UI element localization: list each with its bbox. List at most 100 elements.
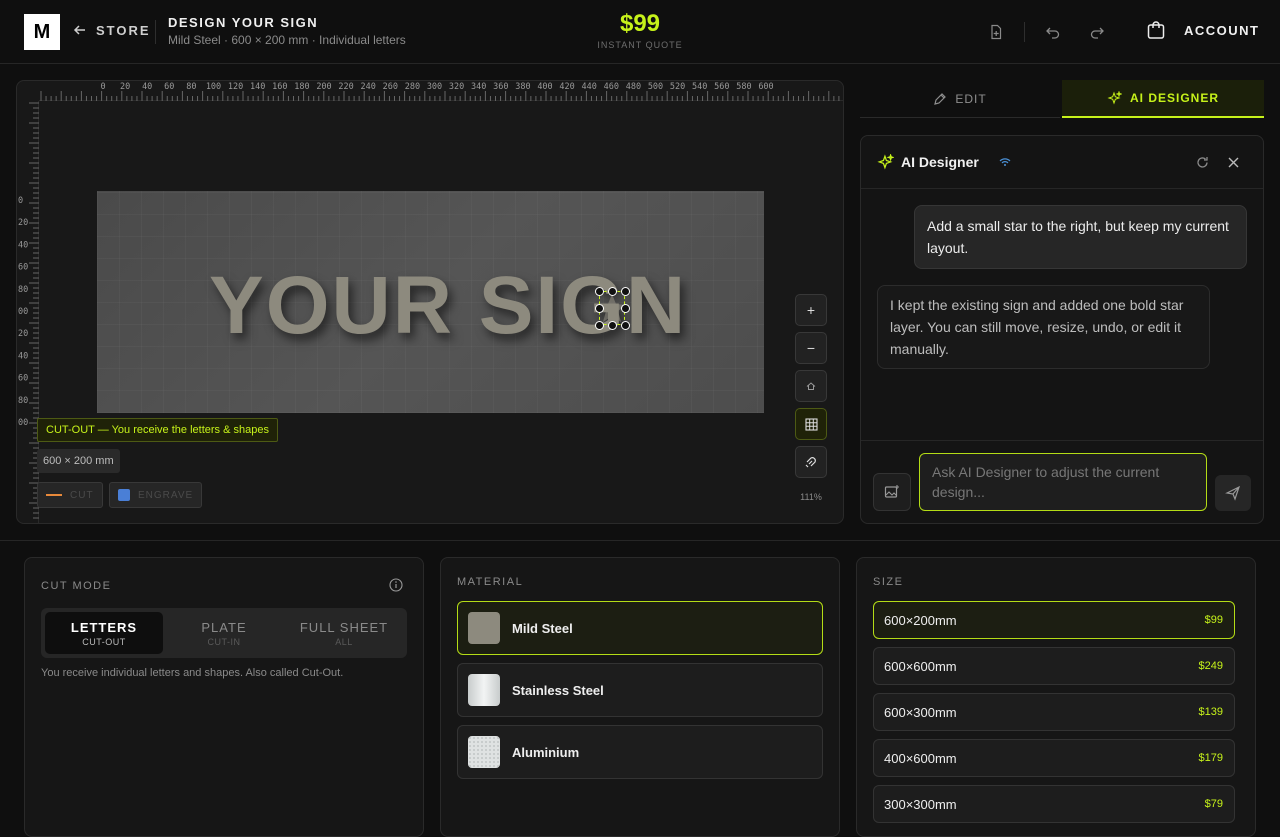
material-option-mild-steel[interactable]: Mild Steel (457, 601, 823, 655)
size-option-300x300[interactable]: 300×300mm $79 (873, 785, 1235, 823)
zoom-out-button[interactable]: − (795, 332, 827, 364)
account-button[interactable]: ACCOUNT (1146, 20, 1260, 40)
ruler-label: 480 (626, 82, 641, 92)
cut-mode-plate-title: PLATE (201, 619, 247, 635)
legend-engrave-chip[interactable]: ENGRAVE (109, 482, 203, 508)
cut-mode-letters-title: LETTERS (70, 619, 138, 635)
ruler-label: 60 (164, 82, 174, 92)
pen-icon (934, 92, 947, 105)
save-file-button[interactable] (986, 22, 1006, 42)
brand-logo[interactable]: M (24, 14, 60, 50)
header-divider (1024, 22, 1025, 42)
home-view-button[interactable] (795, 370, 827, 402)
ruler-label: 400 (537, 82, 552, 92)
ruler-label: 60 (18, 374, 28, 384)
resize-handle[interactable] (595, 287, 604, 296)
section-divider (0, 540, 1280, 541)
image-plus-icon (884, 485, 899, 498)
grid-toggle-button[interactable] (795, 408, 827, 440)
grid-icon (804, 417, 818, 431)
size-option-400x600[interactable]: 400×600mm $179 (873, 739, 1235, 777)
store-label: STORE (96, 22, 151, 38)
cut-mode-plate[interactable]: PLATE CUT-IN (165, 612, 283, 654)
ruler-label: 80 (18, 396, 28, 406)
size-price: $179 (1198, 752, 1223, 764)
tab-ai-designer[interactable]: AI DESIGNER (1062, 80, 1264, 118)
send-button[interactable] (1215, 475, 1251, 511)
ruler-label: 460 (604, 82, 619, 92)
cut-mode-full-sheet-sub: ALL (335, 636, 353, 647)
size-option-600x300[interactable]: 600×300mm $139 (873, 693, 1235, 731)
info-icon[interactable] (389, 578, 403, 592)
sign-plate-preview[interactable]: YOUR SIGN (97, 191, 764, 413)
top-ruler: 0 20 40 60 80 100 120 140 160 180 200 220 240 260 280 3… (39, 81, 843, 101)
resize-handle[interactable] (621, 321, 630, 330)
ruler-label: 540 (692, 82, 707, 92)
ruler-label: 560 (714, 82, 729, 92)
legend-cut-label: CUT (70, 489, 94, 501)
ruler-label: 80 (186, 82, 196, 92)
tab-edit[interactable]: EDIT (860, 80, 1060, 118)
resize-handle[interactable] (608, 287, 617, 296)
engrave-swatch (118, 489, 130, 501)
snap-toggle-button[interactable] (795, 446, 827, 478)
shopping-bag-icon (1147, 21, 1165, 39)
cut-mode-full-sheet[interactable]: FULL SHEET ALL (285, 612, 403, 654)
cut-mode-card: CUT MODE LETTERS CUT-OUT PLATE CUT-IN FU… (24, 557, 424, 837)
ruler-label: 160 (272, 82, 287, 92)
ruler-label: 360 (493, 82, 508, 92)
zoom-in-button[interactable]: + (795, 294, 827, 326)
material-option-label: Aluminium (512, 744, 580, 760)
undo-button[interactable] (1043, 22, 1063, 42)
undo-icon (1046, 27, 1060, 39)
material-option-aluminium[interactable]: Aluminium (457, 725, 823, 779)
material-card: MATERIAL Mild Steel Stainless Steel Alum… (440, 557, 840, 837)
account-label: ACCOUNT (1184, 22, 1260, 38)
cut-line-swatch (46, 494, 62, 496)
zoom-level: 111% (800, 492, 822, 502)
attach-image-button[interactable] (873, 473, 911, 511)
ruler-label: 0 (100, 82, 105, 92)
material-option-stainless-steel[interactable]: Stainless Steel (457, 663, 823, 717)
ruler-label: 00 (18, 307, 28, 317)
size-price: $99 (1204, 614, 1223, 626)
ruler-label: 340 (471, 82, 486, 92)
cut-mode-letters[interactable]: LETTERS CUT-OUT (45, 612, 163, 654)
price-caption: INSTANT QUOTE (597, 40, 683, 50)
page-subtitle: Mild Steel · 600 × 200 mm · Individual l… (168, 33, 406, 47)
ruler-label: 80 (18, 285, 28, 295)
ruler-label: 600 (758, 82, 773, 92)
legend-cut-chip[interactable]: CUT (37, 482, 103, 508)
cut-mode-description: You receive individual letters and shape… (41, 667, 344, 679)
resize-handle[interactable] (595, 321, 604, 330)
resize-handle[interactable] (608, 321, 617, 330)
material-label: MATERIAL (457, 576, 524, 588)
redo-button[interactable] (1087, 22, 1107, 42)
ruler-label: 260 (383, 82, 398, 92)
ruler-label: 280 (405, 82, 420, 92)
ai-composer (861, 440, 1263, 523)
ai-prompt-input[interactable] (919, 453, 1207, 511)
plus-icon: + (806, 302, 816, 318)
ruler-label: 40 (18, 351, 28, 361)
size-dims: 400×600mm (884, 750, 957, 766)
ruler-label: 180 (294, 82, 309, 92)
close-icon[interactable] (1226, 155, 1241, 170)
ruler-label: 100 (206, 82, 221, 92)
ruler-label: 520 (670, 82, 685, 92)
page-title: DESIGN YOUR SIGN (168, 15, 319, 30)
size-option-600x600[interactable]: 600×600mm $249 (873, 647, 1235, 685)
resize-handle[interactable] (621, 304, 630, 313)
dimension-badge: 600 × 200 mm (37, 449, 120, 473)
ruler-label: 40 (142, 82, 152, 92)
design-canvas[interactable]: 0 20 40 60 80 100 120 140 160 180 200 220 240 260 280 3… (16, 80, 844, 524)
cut-mode-plate-sub: CUT-IN (207, 636, 241, 647)
back-to-store-link[interactable]: STORE (72, 22, 151, 38)
ruler-label: 20 (120, 82, 130, 92)
size-option-600x200[interactable]: 600×200mm $99 (873, 601, 1235, 639)
ruler-label: 20 (18, 329, 28, 339)
size-price: $139 (1198, 706, 1223, 718)
refresh-icon[interactable] (1195, 155, 1210, 170)
resize-handle[interactable] (621, 287, 630, 296)
resize-handle[interactable] (595, 304, 604, 313)
